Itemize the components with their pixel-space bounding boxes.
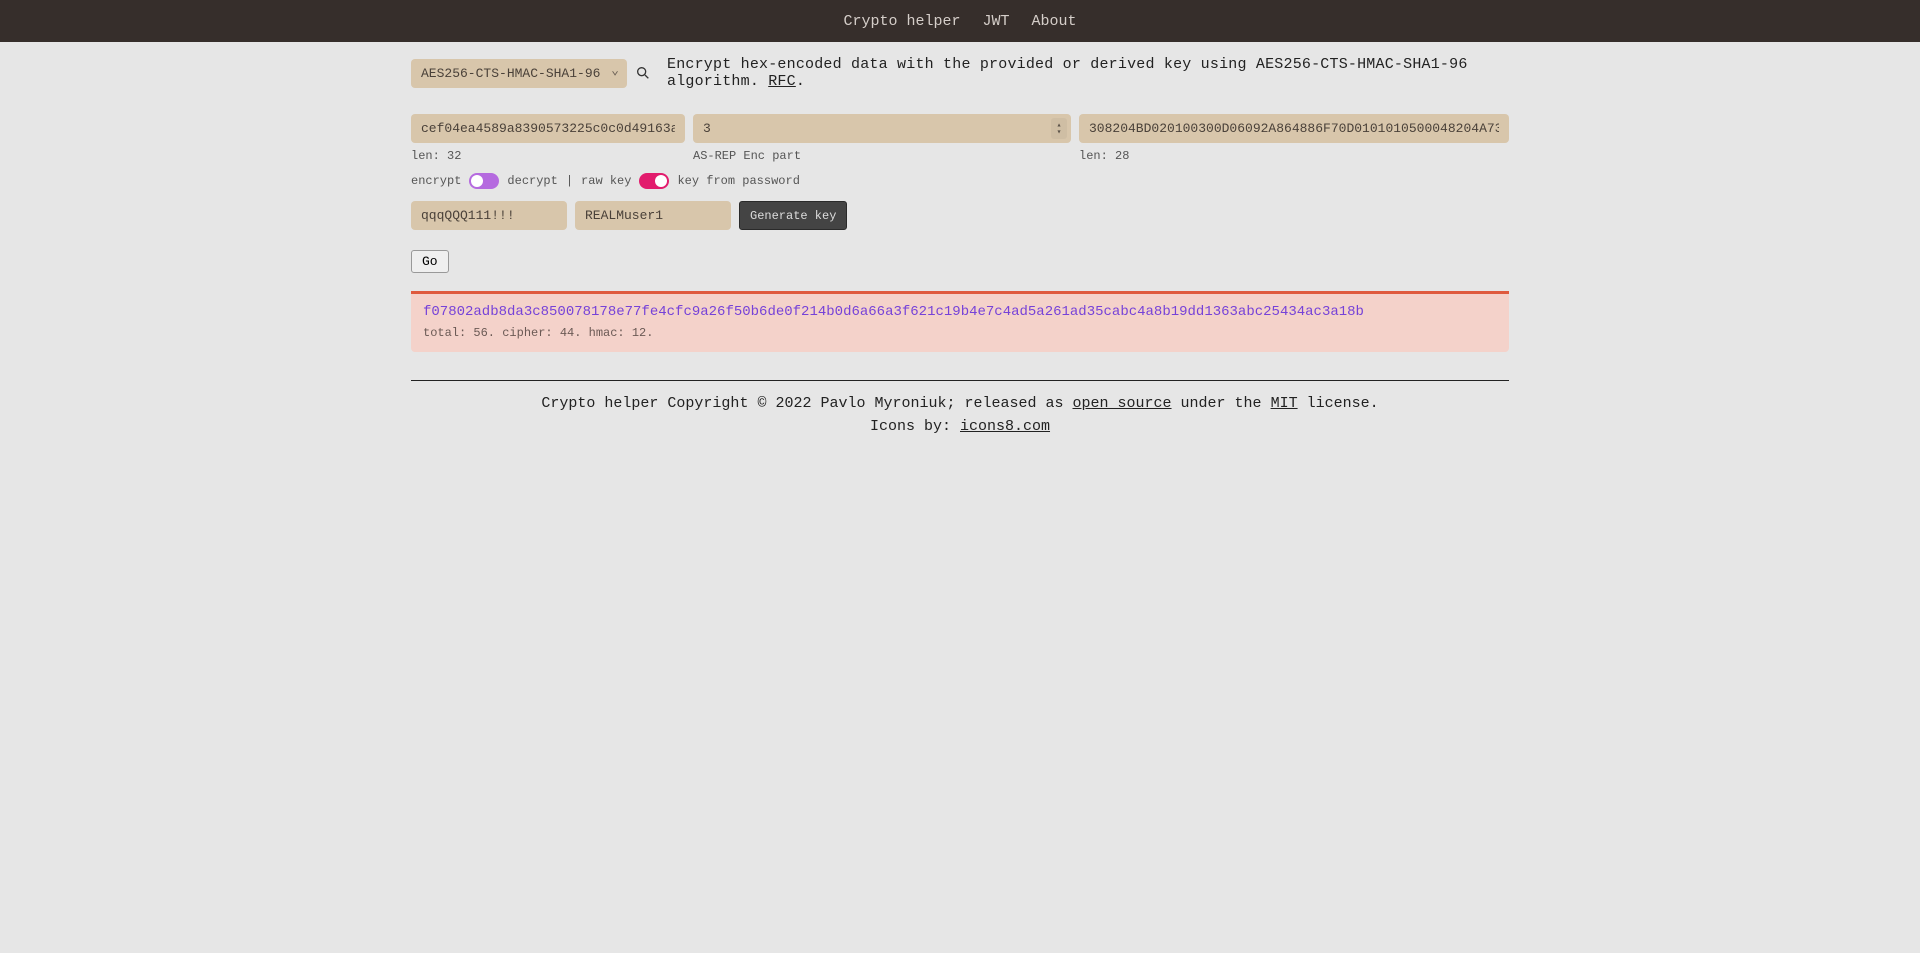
header-row: AES256-CTS-HMAC-SHA1-96 Encrypt hex-enco… <box>411 56 1509 90</box>
top-nav: Crypto helper JWT About <box>0 0 1920 42</box>
mode-separator: | <box>566 174 573 188</box>
key-source-toggle[interactable] <box>639 173 669 189</box>
open-source-link[interactable]: open source <box>1073 395 1172 412</box>
inputs-row: ▴▾ <box>411 114 1509 143</box>
algorithm-select[interactable]: AES256-CTS-HMAC-SHA1-96 <box>411 59 627 88</box>
password-input[interactable] <box>411 201 567 230</box>
footer-icons-label: Icons by: <box>870 418 960 435</box>
nav-about[interactable]: About <box>1032 13 1077 30</box>
key-input[interactable] <box>411 114 685 143</box>
encrypt-decrypt-toggle[interactable] <box>469 173 499 189</box>
data-input[interactable] <box>1079 114 1509 143</box>
generate-key-button[interactable]: Generate key <box>739 201 847 230</box>
key-from-password-label: key from password <box>677 174 799 188</box>
mode-row: encrypt decrypt | raw key key from passw… <box>411 173 1509 189</box>
footer-text-1: Crypto helper Copyright © 2022 Pavlo Myr… <box>541 395 1072 412</box>
data-length-label: len: 28 <box>1079 149 1509 163</box>
salt-input[interactable] <box>575 201 731 230</box>
description-tail: . <box>796 73 805 90</box>
icons8-link[interactable]: icons8.com <box>960 418 1050 435</box>
footer-text-3: license. <box>1298 395 1379 412</box>
footer-separator <box>411 380 1509 381</box>
key-usage-input[interactable] <box>693 114 1071 143</box>
raw-key-label: raw key <box>581 174 631 188</box>
sublabels-row: len: 32 AS-REP Enc part len: 28 <box>411 149 1509 163</box>
footer-text-2: under the <box>1172 395 1271 412</box>
output-panel: f07802adb8da3c850078178e77fe4cfc9a26f50b… <box>411 291 1509 352</box>
algorithm-description: Encrypt hex-encoded data with the provid… <box>667 56 1509 90</box>
footer: Crypto helper Copyright © 2022 Pavlo Myr… <box>411 393 1509 438</box>
output-hex: f07802adb8da3c850078178e77fe4cfc9a26f50b… <box>423 304 1497 320</box>
nav-jwt[interactable]: JWT <box>983 13 1010 30</box>
algorithm-select-wrap: AES256-CTS-HMAC-SHA1-96 <box>411 59 627 88</box>
mit-link[interactable]: MIT <box>1271 395 1298 412</box>
password-row: Generate key <box>411 201 1509 230</box>
encrypt-label: encrypt <box>411 174 461 188</box>
stepper-icon[interactable]: ▴▾ <box>1051 118 1067 139</box>
search-icon[interactable] <box>635 64 651 82</box>
nav-crypto-helper[interactable]: Crypto helper <box>843 13 960 30</box>
decrypt-label: decrypt <box>507 174 557 188</box>
main-container: AES256-CTS-HMAC-SHA1-96 Encrypt hex-enco… <box>411 42 1509 468</box>
go-button[interactable]: Go <box>411 250 449 273</box>
usage-name-label: AS-REP Enc part <box>693 149 1071 163</box>
key-length-label: len: 32 <box>411 149 685 163</box>
rfc-link[interactable]: RFC <box>768 73 796 90</box>
output-meta: total: 56. cipher: 44. hmac: 12. <box>423 326 1497 340</box>
